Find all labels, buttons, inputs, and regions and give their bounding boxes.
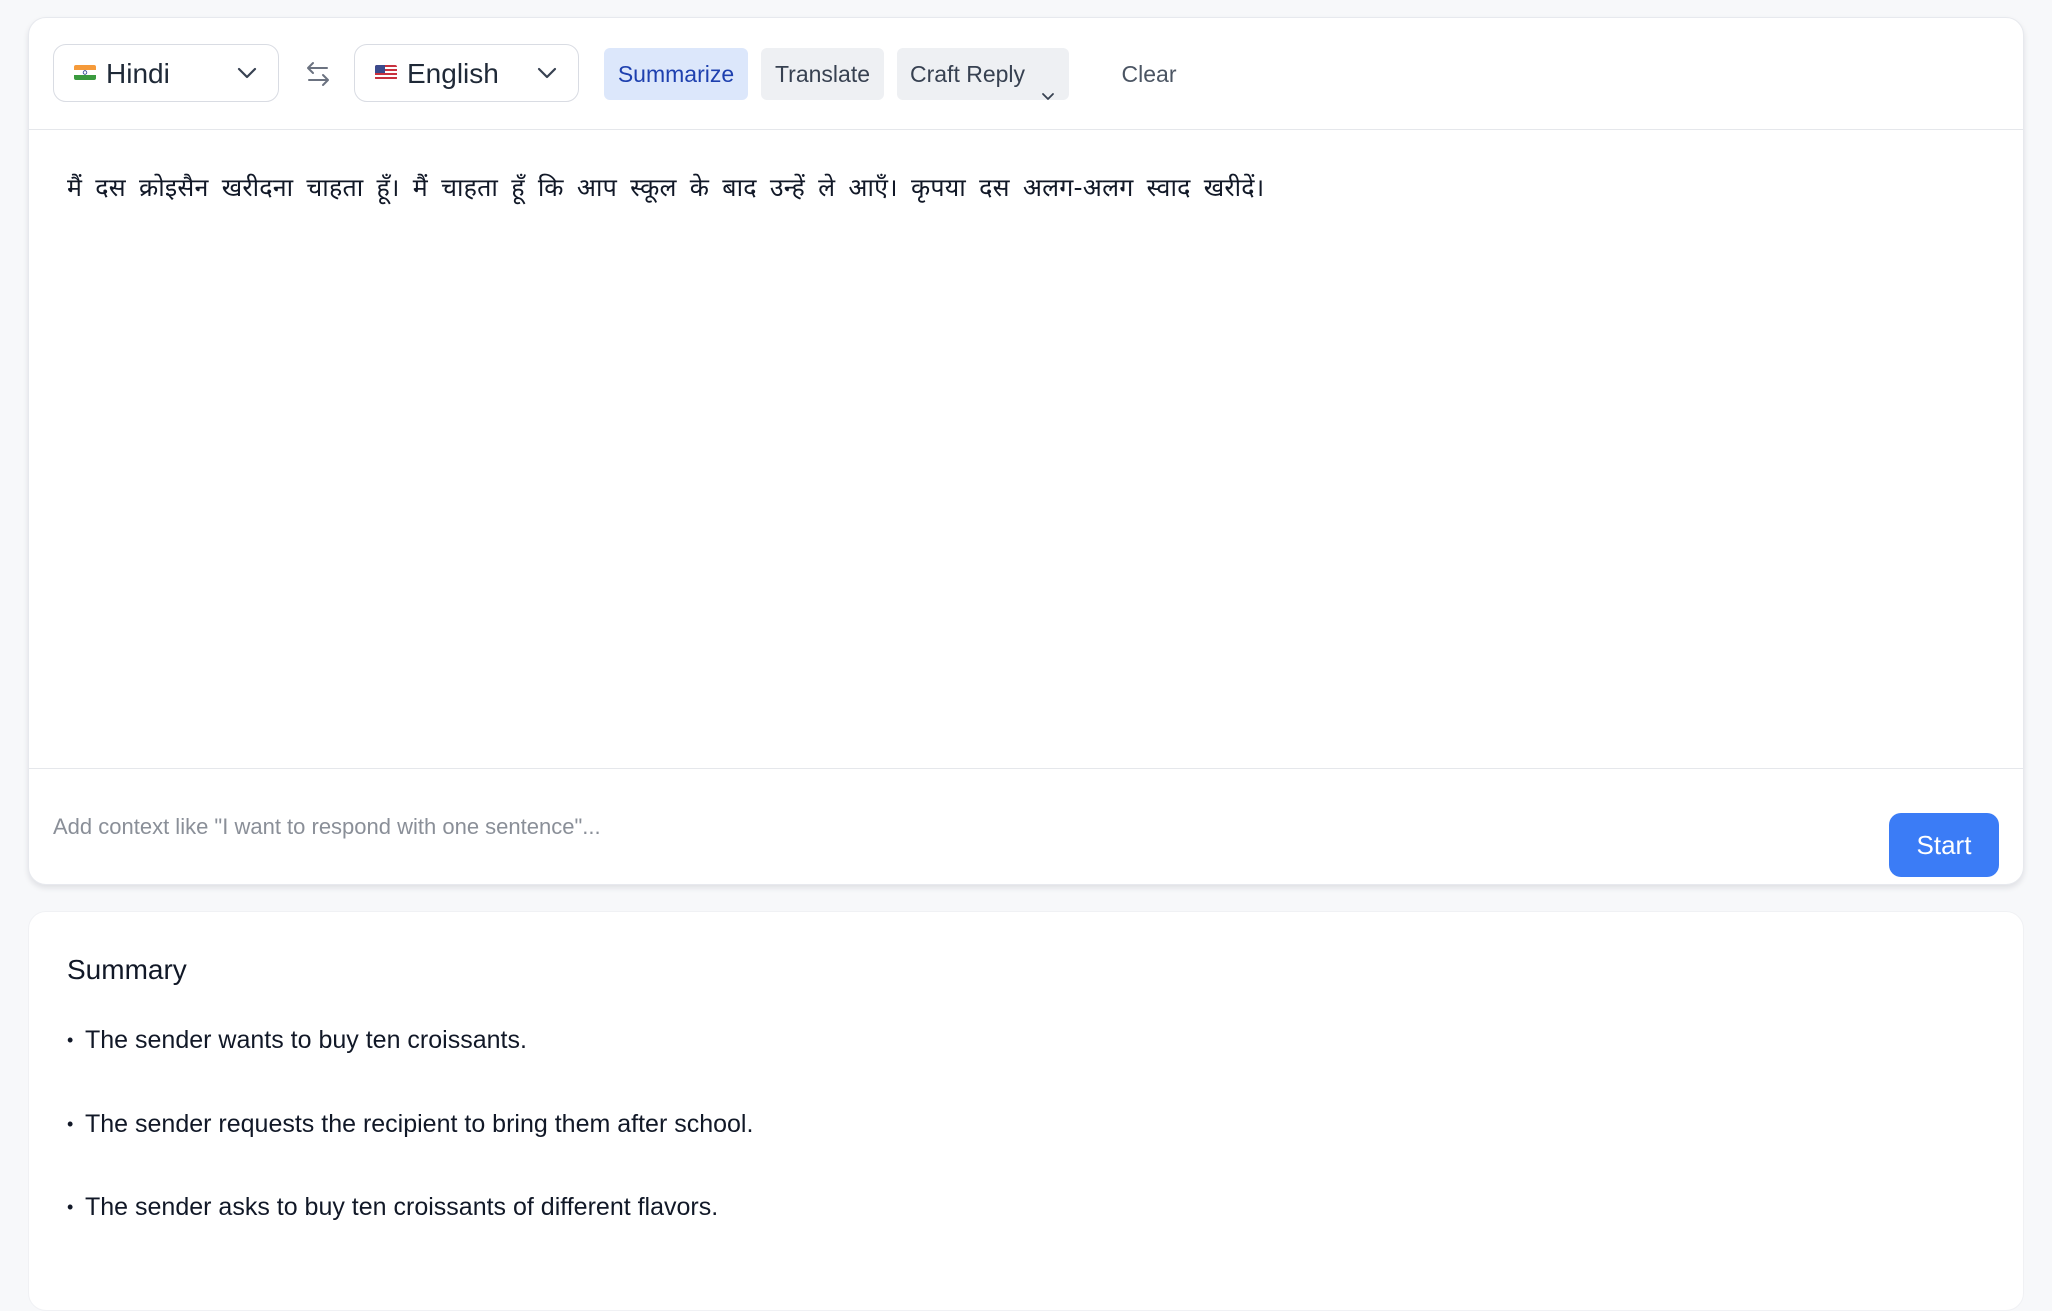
summary-item-text: The sender requests the recipient to bri… xyxy=(85,1110,754,1138)
summary-panel: Summary • The sender wants to buy ten cro… xyxy=(28,911,2024,1311)
bullet: • xyxy=(67,1197,74,1217)
bullet: • xyxy=(67,1114,74,1134)
craft-reply-button[interactable]: Craft Reply xyxy=(897,48,1069,100)
swap-languages-icon[interactable] xyxy=(303,61,333,87)
context-bar: Start xyxy=(29,768,2023,884)
translator-panel: Hindi English Summarize Translate Craft … xyxy=(28,17,2024,885)
source-text-area[interactable]: मैं दस क्रोइसैन खरीदना चाहता हूँ। मैं चा… xyxy=(67,170,1987,206)
toolbar: Hindi English Summarize Translate Craft … xyxy=(29,18,2023,130)
india-flag-icon xyxy=(74,65,96,80)
summary-title: Summary xyxy=(67,954,187,985)
chevron-down-icon xyxy=(536,65,558,81)
bullet: • xyxy=(67,1030,74,1050)
summary-item-text: The sender asks to buy ten croissants of… xyxy=(85,1193,719,1221)
context-input[interactable] xyxy=(53,801,1873,853)
source-language-select[interactable]: Hindi xyxy=(53,44,279,102)
clear-button[interactable]: Clear xyxy=(1107,48,1191,100)
us-flag-icon xyxy=(375,65,397,80)
start-button[interactable]: Start xyxy=(1889,813,1999,877)
target-language-label: English xyxy=(407,58,499,89)
summary-item-text: The sender wants to buy ten croissants. xyxy=(85,1026,527,1054)
summary-item: • The sender wants to buy ten croissants. xyxy=(67,1024,527,1056)
craft-reply-label: Craft Reply xyxy=(910,61,1026,87)
summarize-button[interactable]: Summarize xyxy=(604,48,748,100)
summary-item: • The sender asks to buy ten croissants o… xyxy=(67,1191,718,1223)
source-language-label: Hindi xyxy=(106,58,170,89)
target-language-select[interactable]: English xyxy=(354,44,579,102)
summary-item: • The sender requests the recipient to br… xyxy=(67,1108,753,1140)
chevron-down-icon xyxy=(1041,68,1055,100)
chevron-down-icon xyxy=(236,65,258,81)
translate-button[interactable]: Translate xyxy=(761,48,884,100)
